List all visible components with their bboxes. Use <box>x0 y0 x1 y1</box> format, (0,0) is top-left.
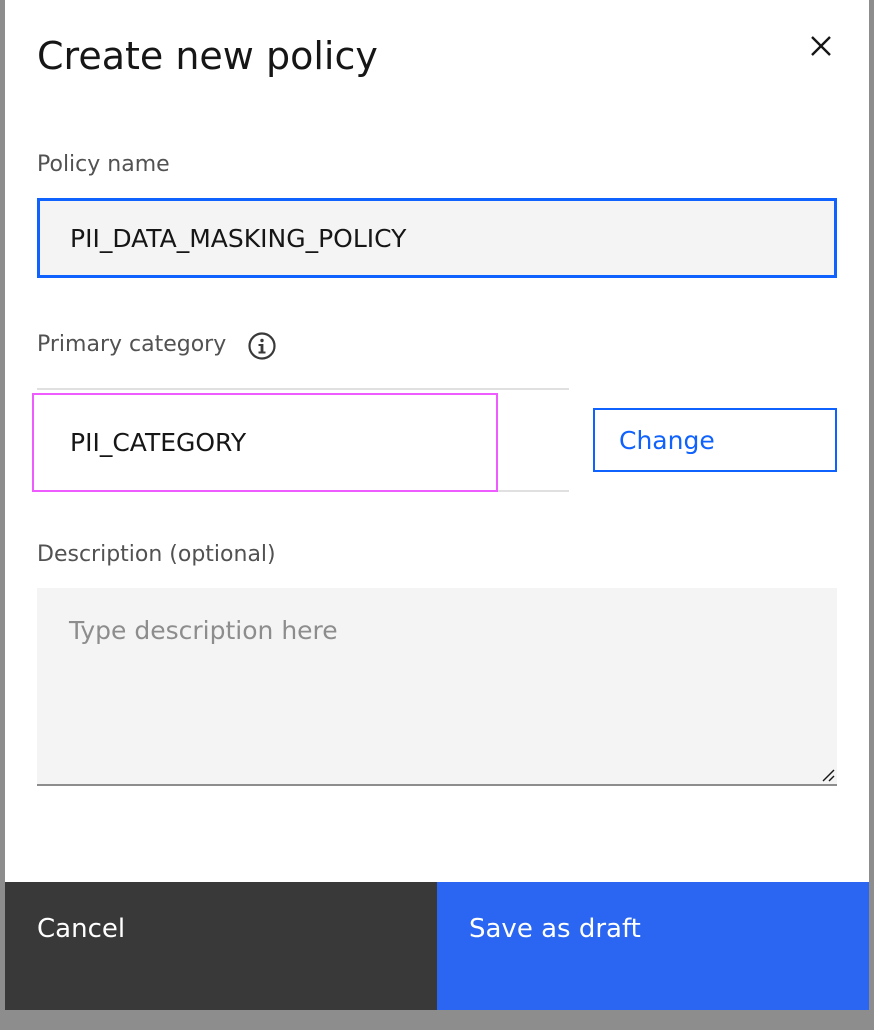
category-top-divider <box>37 388 569 390</box>
save-as-draft-button[interactable]: Save as draft <box>437 882 869 1010</box>
description-label: Description (optional) <box>37 542 276 567</box>
create-policy-modal: Create new policy Policy name PII_DATA_M… <box>5 0 869 1010</box>
policy-name-label: Policy name <box>37 152 170 177</box>
primary-category-value[interactable]: PII_CATEGORY <box>32 393 498 492</box>
resize-handle-icon[interactable] <box>821 768 835 782</box>
primary-category-label: Primary category <box>37 332 227 357</box>
change-category-button[interactable]: Change <box>593 408 837 472</box>
description-placeholder: Type description here <box>69 616 338 645</box>
modal-body: Create new policy Policy name PII_DATA_M… <box>5 0 869 882</box>
policy-name-input[interactable]: PII_DATA_MASKING_POLICY <box>37 198 837 278</box>
modal-title: Create new policy <box>37 34 378 78</box>
description-textarea[interactable]: Type description here <box>37 588 837 786</box>
close-icon <box>811 36 831 56</box>
info-icon[interactable] <box>247 331 277 361</box>
close-button[interactable] <box>801 26 841 66</box>
cancel-button[interactable]: Cancel <box>5 882 437 1010</box>
